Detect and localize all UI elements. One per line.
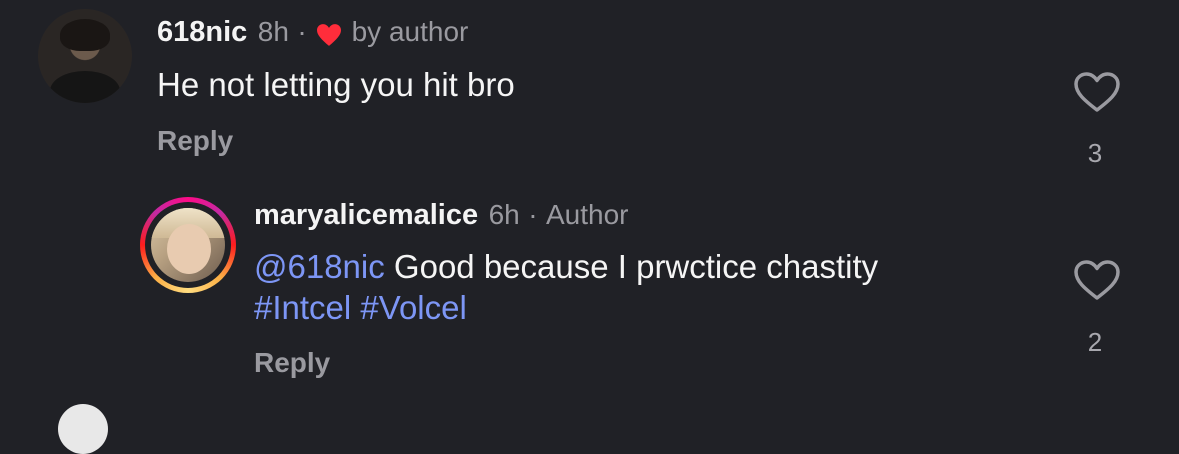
reply-button[interactable]: Reply bbox=[157, 125, 233, 157]
avatar-face bbox=[167, 224, 211, 274]
reply-button[interactable]: Reply bbox=[254, 347, 330, 379]
reply-time: 6h bbox=[488, 199, 520, 230]
avatar-hair bbox=[60, 19, 110, 51]
reply-hashtags: #Intcel #Volcel bbox=[254, 289, 467, 327]
comment-time: 8h bbox=[257, 16, 289, 47]
heart-filled-icon bbox=[317, 23, 342, 46]
liked-by-author-label: by author bbox=[351, 16, 469, 47]
avatar-shirt bbox=[50, 71, 120, 103]
mention-link[interactable]: @618nic bbox=[254, 248, 385, 285]
hashtag-link[interactable]: #Volcel bbox=[360, 289, 466, 326]
heart-outline-icon[interactable] bbox=[1072, 258, 1122, 302]
like-count: 2 bbox=[1087, 327, 1103, 357]
reply-text: Good because I prwctice chastity bbox=[384, 248, 879, 285]
reply-header: maryalicemalice 6h · Author bbox=[254, 199, 628, 232]
reply-username[interactable]: maryalicemalice bbox=[254, 199, 478, 231]
avatar-maryalicemalice[interactable] bbox=[151, 208, 225, 282]
comment-header: 618nic 8h · by author bbox=[157, 16, 468, 49]
reply-text-line1: @618nic Good because I prwctice chastity bbox=[254, 248, 878, 286]
comment-username[interactable]: 618nic bbox=[157, 16, 247, 48]
hashtag-link[interactable]: #Intcel bbox=[254, 289, 351, 326]
heart-outline-icon[interactable] bbox=[1072, 70, 1122, 114]
comment-text: He not letting you hit bro bbox=[157, 66, 515, 103]
avatar-618nic[interactable] bbox=[38, 9, 132, 103]
meta-separator: · bbox=[297, 16, 307, 47]
meta-separator: · bbox=[528, 199, 538, 230]
like-count: 3 bbox=[1087, 138, 1103, 168]
author-badge: Author bbox=[545, 199, 629, 230]
next-comment-avatar[interactable] bbox=[58, 404, 108, 454]
